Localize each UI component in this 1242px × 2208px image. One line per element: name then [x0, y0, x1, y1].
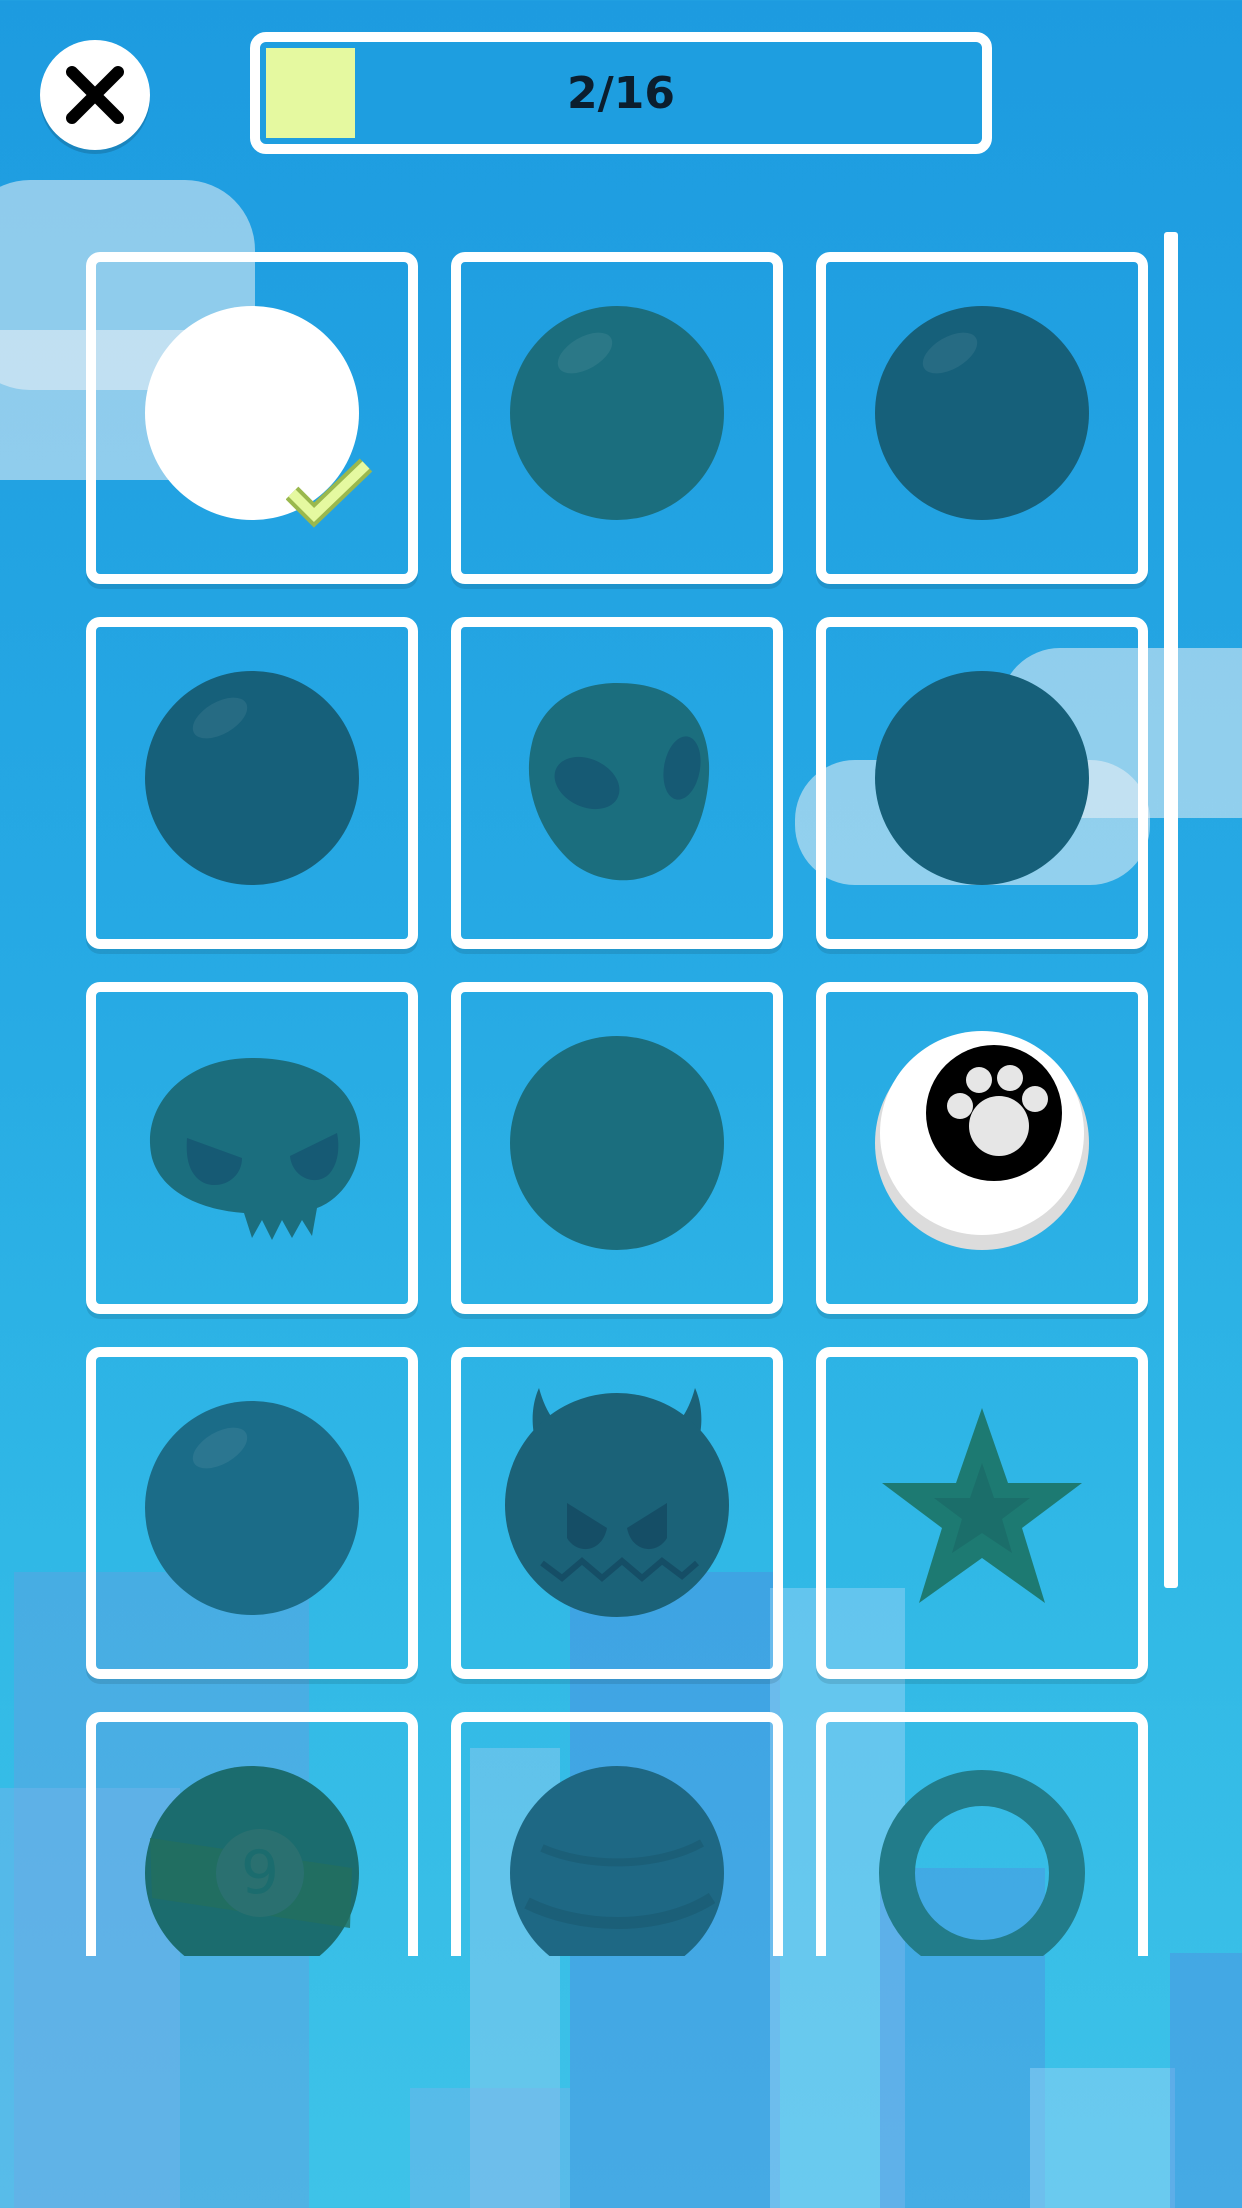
skyline-building — [410, 2088, 570, 2208]
skin-tile-locked[interactable]: 9 — [86, 1712, 418, 1956]
skin-tile-locked[interactable] — [816, 252, 1148, 584]
skin-tile-locked[interactable] — [86, 617, 418, 949]
striped-ball-icon — [510, 1766, 724, 1956]
scrollbar[interactable] — [1164, 232, 1178, 1588]
skin-tile-locked[interactable] — [86, 982, 418, 1314]
devil-icon — [505, 1388, 729, 1617]
dark-ball-icon — [875, 671, 1089, 885]
dark-ball-icon — [875, 306, 1089, 520]
skin-tile-locked[interactable] — [816, 1712, 1148, 1956]
skin-tile-locked[interactable] — [451, 982, 783, 1314]
progress-label: 2/16 — [567, 67, 675, 119]
alien-icon — [528, 683, 710, 881]
skyline-building — [1170, 1953, 1242, 2208]
ball-icon — [145, 1401, 359, 1615]
checkmark-icon — [286, 458, 373, 528]
close-icon — [66, 66, 124, 124]
paw-ball-icon — [875, 1031, 1089, 1250]
ball-number: 9 — [241, 1838, 279, 1908]
skin-tile-locked[interactable] — [451, 252, 783, 584]
skin-tile-locked[interactable] — [451, 1347, 783, 1679]
skin-tile-locked[interactable] — [451, 1712, 783, 1956]
skin-tile-white-ball[interactable] — [86, 252, 418, 584]
skyline-building — [1030, 2068, 1175, 2208]
star-icon — [882, 1408, 1082, 1603]
unlock-progress-bar: 2/16 — [250, 32, 992, 154]
billiard-nine-ball-icon: 9 — [145, 1766, 359, 1956]
ring-icon — [879, 1770, 1085, 1956]
skin-tile-locked[interactable] — [451, 617, 783, 949]
teal-ball-icon — [510, 1036, 724, 1250]
teal-ball-icon — [510, 306, 724, 520]
close-button[interactable] — [40, 40, 150, 150]
dark-ball-icon — [145, 671, 359, 885]
skin-tile-locked[interactable] — [86, 1347, 418, 1679]
skin-tile-locked[interactable] — [816, 1347, 1148, 1679]
skin-tile-locked[interactable] — [816, 617, 1148, 949]
skin-grid[interactable]: 9 — [0, 240, 1242, 1956]
skin-tile-paw-ball[interactable] — [816, 982, 1148, 1314]
skull-icon — [149, 1058, 361, 1240]
